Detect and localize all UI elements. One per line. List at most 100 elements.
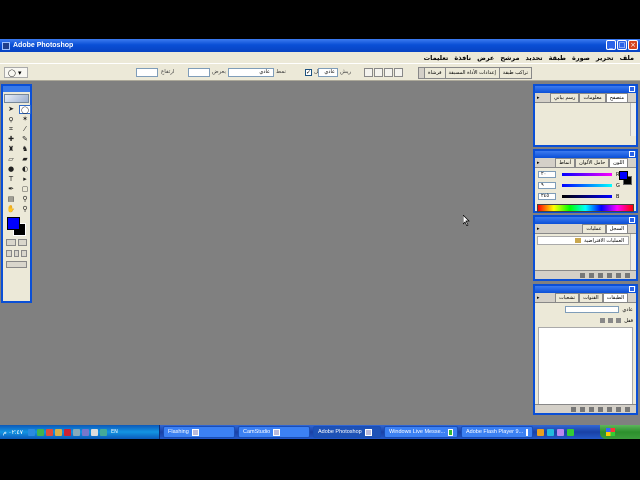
media-player-icon[interactable] bbox=[557, 428, 564, 436]
screen-mode-full-button[interactable] bbox=[21, 250, 28, 257]
menu-edit[interactable]: تحرير bbox=[596, 54, 614, 62]
record-icon[interactable] bbox=[589, 272, 594, 278]
trash-icon[interactable] bbox=[625, 406, 630, 412]
usb-icon[interactable] bbox=[90, 428, 98, 436]
notes-icon[interactable]: ▤ bbox=[5, 195, 17, 204]
eyedropper-icon[interactable]: ⚲ bbox=[19, 195, 31, 204]
menu-image[interactable]: صورة bbox=[572, 54, 590, 62]
standard-mode-button[interactable] bbox=[6, 239, 16, 246]
pen-icon[interactable]: ✒ bbox=[5, 185, 17, 194]
task-button-photoshop[interactable]: Adobe Photoshop bbox=[313, 426, 381, 438]
tab-layers[interactable]: الطبقات bbox=[602, 293, 628, 302]
dodge-icon[interactable]: ◐ bbox=[19, 165, 31, 174]
subtract-selection-button[interactable] bbox=[384, 68, 393, 77]
layer-style-icon[interactable] bbox=[580, 406, 585, 412]
height-field[interactable] bbox=[136, 68, 158, 77]
stop-icon[interactable] bbox=[580, 272, 585, 278]
move-icon[interactable]: ➤ bbox=[5, 105, 17, 114]
foreground-color-swatch[interactable] bbox=[7, 217, 20, 230]
task-button-messenger[interactable]: Windows Live Messe... bbox=[384, 426, 458, 438]
link-icon[interactable] bbox=[571, 406, 576, 412]
close-icon[interactable] bbox=[629, 217, 635, 223]
volume-icon[interactable] bbox=[54, 428, 62, 436]
menu-view[interactable]: عرض bbox=[477, 54, 494, 62]
navigator-scrollbar[interactable] bbox=[630, 103, 636, 136]
brush-icon[interactable]: ✎ bbox=[19, 135, 31, 144]
menu-window[interactable]: نافذة bbox=[454, 54, 471, 62]
antivirus-icon[interactable] bbox=[45, 428, 53, 436]
well-tab-brushes[interactable]: تراكب طبقة bbox=[498, 68, 531, 78]
navigator-palette-titlebar[interactable] bbox=[535, 86, 636, 93]
update-icon[interactable] bbox=[99, 428, 107, 436]
jump-to-imageready-button[interactable] bbox=[6, 261, 27, 268]
width-field[interactable] bbox=[188, 68, 210, 77]
screen-mode-full-menu-button[interactable] bbox=[13, 250, 20, 257]
hand-icon[interactable]: ✋ bbox=[5, 205, 17, 214]
layers-list[interactable] bbox=[538, 327, 633, 412]
task-button-flash-player[interactable]: Adobe Flash Player 9... bbox=[461, 426, 533, 438]
tab-navigator[interactable]: متصفح bbox=[605, 93, 628, 102]
new-group-icon[interactable] bbox=[598, 406, 603, 412]
color-spectrum-ramp[interactable] bbox=[537, 204, 634, 212]
well-tab-layer-comps[interactable]: فرشاة bbox=[424, 68, 445, 78]
healing-icon[interactable]: ✚ bbox=[5, 135, 17, 144]
tab-history[interactable]: السجل bbox=[605, 224, 628, 233]
layers-palette-titlebar[interactable] bbox=[535, 286, 636, 293]
menu-file[interactable]: ملف bbox=[620, 54, 634, 62]
red-value-field[interactable]: ٢٠ bbox=[538, 171, 556, 178]
blur-icon[interactable]: ● bbox=[5, 165, 17, 174]
palette-menu-arrow-icon[interactable]: ▸ bbox=[537, 226, 540, 232]
tab-color[interactable]: اللون bbox=[609, 158, 628, 167]
language-indicator[interactable]: EN bbox=[111, 429, 118, 435]
history-scrollbar[interactable] bbox=[630, 234, 636, 270]
tab-styles[interactable]: أنماط bbox=[555, 158, 576, 167]
tab-channels[interactable]: القنوات bbox=[579, 293, 603, 302]
tool-preset-picker[interactable]: ◯ ▾ bbox=[4, 67, 28, 78]
messenger-launch-icon[interactable] bbox=[567, 428, 574, 436]
play-icon[interactable] bbox=[598, 272, 603, 278]
new-action-icon[interactable] bbox=[616, 272, 621, 278]
network-icon[interactable] bbox=[27, 428, 35, 436]
blend-mode-select[interactable] bbox=[565, 306, 620, 313]
antialias-checkbox[interactable]: ✓ bbox=[305, 69, 312, 76]
path-select-icon[interactable]: ▸ bbox=[19, 175, 31, 184]
photoshop-logo-icon[interactable] bbox=[4, 94, 29, 103]
task-button-camstudio[interactable]: CamStudio bbox=[238, 426, 310, 438]
gradient-icon[interactable]: ▰ bbox=[19, 155, 31, 164]
tab-info[interactable]: معلومات bbox=[579, 93, 606, 102]
clock[interactable]: ٠٢:٤٧ م bbox=[3, 429, 23, 436]
new-selection-button[interactable] bbox=[364, 68, 373, 77]
window-titlebar[interactable]: Adobe Photoshop _ □ × bbox=[0, 39, 640, 52]
lock-pixels-icon[interactable] bbox=[608, 318, 614, 323]
new-set-icon[interactable] bbox=[607, 272, 612, 278]
menu-help[interactable]: تعليمات bbox=[424, 54, 449, 62]
lasso-icon[interactable]: ϙ bbox=[5, 115, 17, 124]
lock-position-icon[interactable] bbox=[600, 318, 606, 323]
style-select[interactable]: عادي bbox=[228, 68, 274, 77]
tab-histogram[interactable]: رسم بياني bbox=[549, 93, 580, 102]
minimize-button[interactable]: _ bbox=[606, 40, 616, 50]
marquee-icon[interactable]: ◯ bbox=[19, 105, 31, 114]
start-button[interactable] bbox=[600, 425, 640, 439]
zoom-icon[interactable]: ⚲ bbox=[19, 205, 31, 214]
green-slider[interactable] bbox=[562, 184, 612, 187]
feather-mode-select[interactable]: عادي bbox=[318, 68, 338, 77]
tab-actions[interactable]: عمليات bbox=[582, 224, 606, 233]
slice-icon[interactable]: ⁄ bbox=[19, 125, 31, 134]
color-palette-titlebar[interactable] bbox=[535, 151, 636, 158]
task-button-flashing[interactable]: Flashing bbox=[163, 426, 235, 438]
lock-icon[interactable] bbox=[616, 318, 622, 323]
display-icon[interactable] bbox=[72, 428, 80, 436]
maximize-button[interactable]: □ bbox=[617, 40, 627, 50]
new-layer-icon[interactable] bbox=[616, 406, 621, 412]
history-brush-icon[interactable]: ♞ bbox=[19, 145, 31, 154]
close-icon[interactable] bbox=[629, 151, 635, 157]
close-button[interactable]: × bbox=[628, 40, 638, 50]
red-slider[interactable] bbox=[562, 173, 612, 176]
folder-icon[interactable] bbox=[537, 428, 544, 436]
ie-icon[interactable] bbox=[547, 428, 554, 436]
menu-select[interactable]: تحديد bbox=[526, 54, 543, 62]
menu-filter[interactable]: مرشح bbox=[500, 54, 519, 62]
palette-menu-arrow-icon[interactable]: ▸ bbox=[537, 295, 540, 301]
type-icon[interactable]: T bbox=[5, 175, 17, 184]
